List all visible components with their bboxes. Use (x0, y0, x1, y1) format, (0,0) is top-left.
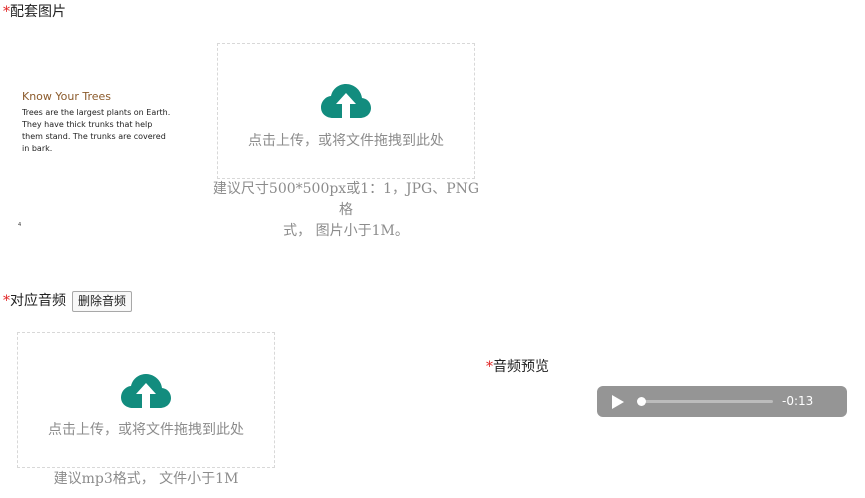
audio-upload-dropzone[interactable]: 点击上传，或将文件拖拽到此处 (17, 332, 275, 468)
audio-player: -0:13 (597, 386, 847, 417)
required-mark: * (3, 293, 10, 309)
cloud-upload-icon (321, 84, 371, 118)
image-upload-hint: 建议尺寸500*500px或1：1，JPG、PNG格 式， 图片小于1M。 (212, 181, 480, 239)
required-mark: * (3, 4, 10, 20)
audio-time-remaining: -0:13 (782, 394, 814, 408)
audio-upload-text: 点击上传，或将文件拖拽到此处 (48, 422, 244, 438)
image-upload-text: 点击上传，或将文件拖拽到此处 (248, 133, 444, 149)
audio-progress-track[interactable] (645, 400, 773, 403)
audio-upload-hint: 建议mp3格式， 文件小于1M (53, 471, 239, 487)
audio-field-label: *对应音频 (3, 293, 66, 309)
image-upload-dropzone[interactable]: 点击上传，或将文件拖拽到此处 (217, 43, 475, 179)
image-field-label: *配套图片 (3, 4, 66, 20)
delete-audio-button[interactable]: 删除音频 (72, 291, 132, 312)
audio-preview-label: *音频预览 (486, 359, 549, 375)
play-icon[interactable] (612, 395, 624, 409)
cloud-upload-icon (121, 374, 171, 408)
preview-page-number: 4 (18, 222, 22, 228)
audio-progress-handle[interactable] (637, 397, 646, 406)
preview-body: Trees are the largest plants on Earth. T… (22, 108, 171, 153)
preview-title: Know Your Trees (22, 90, 112, 103)
required-mark: * (486, 359, 493, 375)
image-preview: Know Your Trees Trees are the largest pl… (14, 82, 199, 242)
